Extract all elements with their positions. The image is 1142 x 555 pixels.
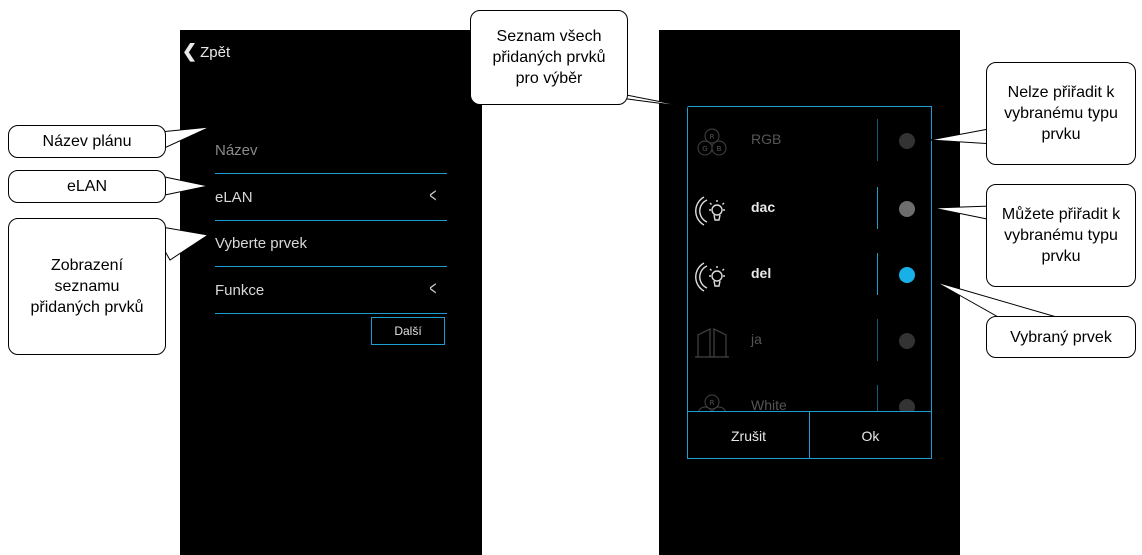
callout-elan: eLAN (8, 170, 166, 203)
callout-element-list: Zobrazení seznamu přidaných prvků (8, 218, 166, 355)
callout-plan-name: Název plánu (8, 125, 166, 158)
callout-cannot-assign: Nelze přiřadit k vybranému typu prvku (986, 62, 1136, 165)
callout-selected: Vybraný prvek (986, 316, 1136, 358)
callout-all-added: Seznam všech přidaných prvků pro výběr (470, 10, 628, 105)
callout-can-assign: Můžete přiřadit k vybranému typu prvku (986, 184, 1136, 287)
